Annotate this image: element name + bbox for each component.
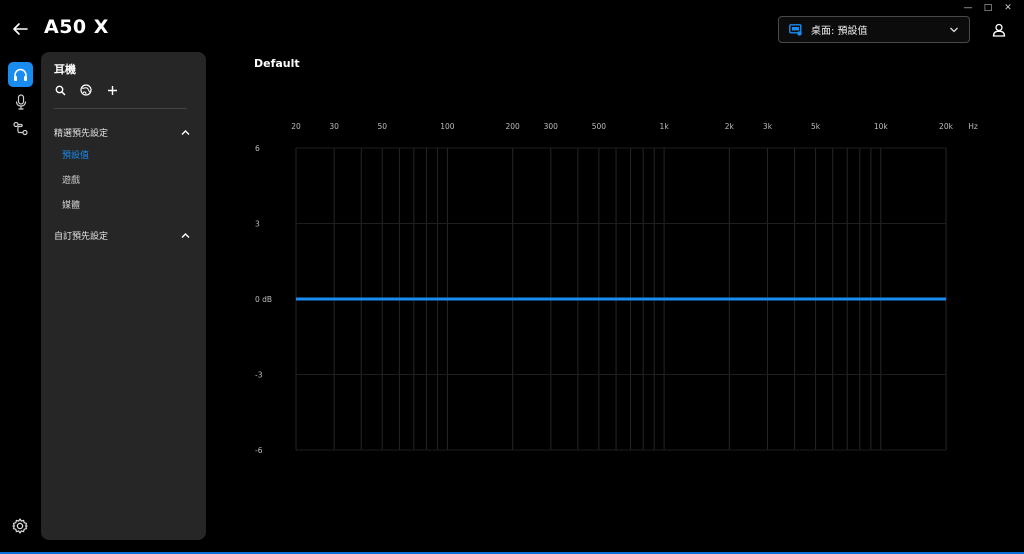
x-axis-unit: Hz: [968, 122, 978, 131]
x-tick-label: 50: [377, 122, 387, 131]
y-tick-label: 6: [255, 144, 260, 153]
x-tick-label: 500: [592, 122, 607, 131]
y-tick-label: -6: [255, 446, 263, 455]
x-tick-label: 100: [440, 122, 455, 131]
x-tick-label: 1k: [660, 122, 670, 131]
x-tick-label: 300: [544, 122, 559, 131]
x-tick-label: 3k: [763, 122, 773, 131]
eq-graph[interactable]: 20 30 50 100 200 300 500 1k 2k 3k 5k 10k 20k Hz 6 3 0 dB…: [0, 0, 1024, 554]
x-tick-label: 20: [291, 122, 301, 131]
y-tick-label: 3: [255, 220, 260, 229]
x-tick-label: 5k: [811, 122, 821, 131]
x-tick-label: 30: [329, 122, 339, 131]
y-tick-label: -3: [255, 371, 263, 380]
y-tick-label: 0 dB: [255, 295, 272, 304]
x-tick-label: 200: [506, 122, 521, 131]
x-tick-label: 10k: [874, 122, 889, 131]
x-tick-label: 20k: [939, 122, 954, 131]
x-tick-label: 2k: [725, 122, 735, 131]
